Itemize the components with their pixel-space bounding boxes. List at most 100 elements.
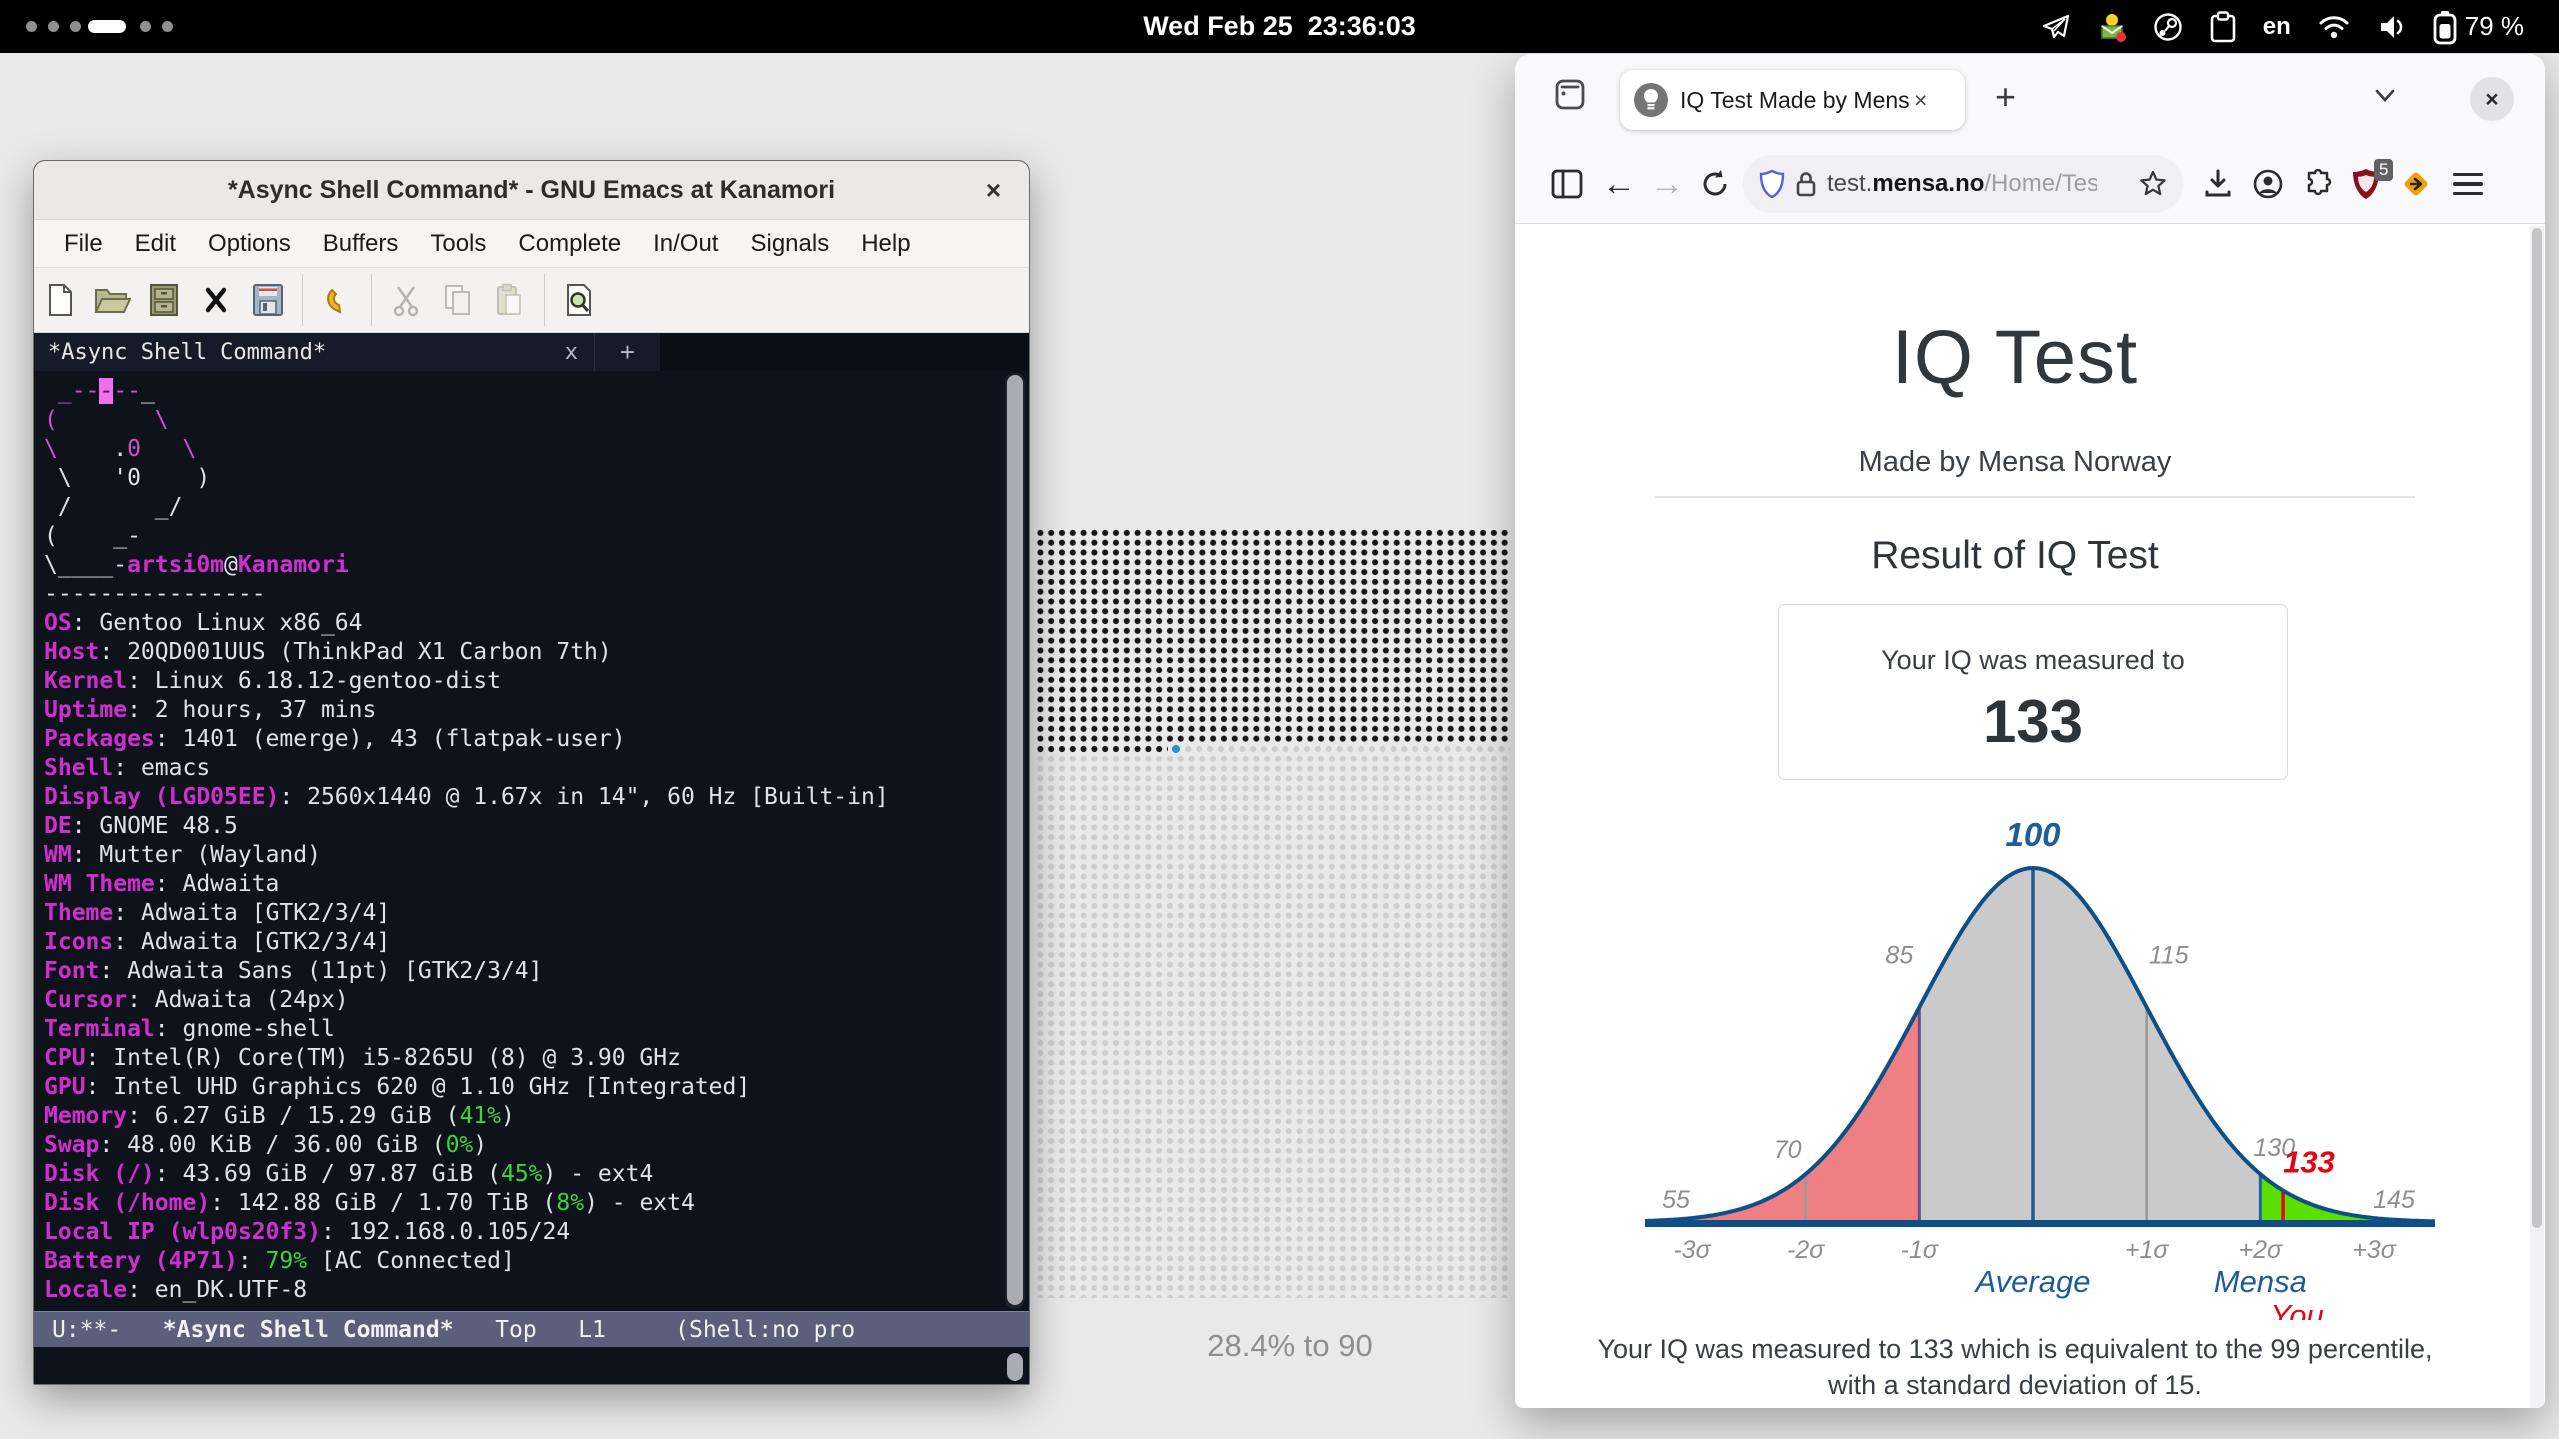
emacs-menu-file[interactable]: File [48,230,119,258]
buffer-line: DE: GNOME 48.5 [44,812,1002,841]
undo-icon[interactable] [311,274,363,326]
steam-icon[interactable] [2153,12,2183,42]
tracking-shield-icon[interactable] [1759,169,1785,199]
buffer-line: Icons: Adwaita [GTK2/3/4] [44,928,1002,957]
sidebar-icon[interactable] [1543,144,1591,224]
buffer-line: \____-artsi0m@Kanamori [44,551,1002,580]
firefox-window: IQ Test Made by Mensa × + × ← → [1515,54,2545,1408]
emacs-buffer-async-shell-output[interactable]: _-----_( \\ .0 \ \ '0 ) / _/( _-\____-ar… [34,371,1002,1311]
emacs-tab-close-icon[interactable]: x [565,340,578,365]
close-buffer-icon[interactable] [190,274,242,326]
buffer-line: Font: Adwaita Sans (11pt) [GTK2/3/4] [44,957,1002,986]
result-card-value: 133 [1779,687,2287,756]
reload-icon[interactable] [1691,144,1739,224]
buffer-line: Host: 20QD001UUS (ThinkPad X1 Carbon 7th… [44,638,1002,667]
save-icon[interactable] [242,274,294,326]
buffer-line: Display (LGD05EE): 2560x1440 @ 1.67x in … [44,783,1002,812]
progress-dot-current [1172,745,1180,753]
buffer-line: Disk (/): 43.69 GiB / 97.87 GiB (45%) - … [44,1160,1002,1189]
browser-tab-strip: IQ Test Made by Mensa × + × [1515,54,2545,144]
buffer-line: \ .0 \ [44,435,1002,464]
svg-text:100: 100 [2005,816,2061,853]
emacs-titlebar[interactable]: *Async Shell Command* - GNU Emacs at Kan… [34,161,1029,220]
emacs-menu-inout[interactable]: In/Out [637,230,734,258]
emacs-menu-complete[interactable]: Complete [502,230,637,258]
result-heading: Result of IQ Test [1515,534,2515,578]
url-bar[interactable]: test.mensa.no/Home/Tes [1743,155,2183,213]
page-subtitle: Made by Mensa Norway [1515,446,2515,479]
emacs-menu-edit[interactable]: Edit [119,230,192,258]
mail-icon[interactable] [2097,12,2127,42]
emacs-modeline: U:**- *Async Shell Command* Top L1 (Shel… [34,1311,1029,1347]
url-path: /Home/Tes [1984,170,2097,197]
menu-icon[interactable] [2443,144,2493,224]
svg-text:-1σ: -1σ [1901,1236,1939,1264]
emacs-window-title: *Async Shell Command* - GNU Emacs at Kan… [34,161,1029,220]
battery-icon[interactable]: 79 % [2433,9,2524,45]
account-icon[interactable] [2245,144,2291,224]
download-icon[interactable] [2195,144,2241,224]
buffer-line: / _/ [44,493,1002,522]
libredirect-icon[interactable] [2393,144,2439,224]
gnome-top-bar: Wed Feb 25 23:36:03 en [0,0,2559,53]
system-tray[interactable]: en 79 % [2028,0,2537,53]
buffer-line: Packages: 1401 (emerge), 43 (flatpak-use… [44,725,1002,754]
emacs-menu-buffers[interactable]: Buffers [307,230,415,258]
new-file-icon[interactable] [34,274,86,326]
emacs-scrollbar-thumb[interactable] [1007,375,1023,1305]
emacs-menu-signals[interactable]: Signals [734,230,845,258]
forward-icon[interactable]: → [1643,144,1691,224]
buffer-line: GPU: Intel UHD Graphics 620 @ 1.10 GHz [… [44,1073,1002,1102]
emacs-menu-tools[interactable]: Tools [414,230,502,258]
firefox-view-icon[interactable] [1545,54,1595,134]
bookmark-star-icon[interactable] [2139,170,2167,198]
progress-dots-remaining-partial [1183,744,1510,754]
volume-icon[interactable] [2377,12,2407,42]
isearch-icon[interactable] [553,274,605,326]
browser-tab-iq-test[interactable]: IQ Test Made by Mensa × [1620,70,1965,130]
page-scrollbar[interactable] [2530,226,2544,1408]
emacs-tab-async-shell[interactable]: *Async Shell Command* x [34,333,594,371]
paste-icon[interactable] [484,274,536,326]
emacs-menu-help[interactable]: Help [845,230,926,258]
emacs-close-button[interactable]: × [986,175,1001,206]
svg-text:+1σ: +1σ [2125,1236,2170,1264]
progress-dots-remaining [1035,754,1510,1298]
buffer-line: Terminal: gnome-shell [44,1015,1002,1044]
open-file-icon[interactable] [86,274,138,326]
emacs-menu-options[interactable]: Options [192,230,307,258]
tab-close-icon[interactable]: × [1914,87,1927,114]
dired-icon[interactable] [138,274,190,326]
lock-icon[interactable] [1795,170,1817,198]
wifi-icon[interactable] [2317,12,2351,42]
progress-dots-done-partial [1035,744,1168,754]
emacs-new-tab-button[interactable]: + [594,333,660,371]
tab-title: IQ Test Made by Mensa [1680,87,1910,114]
buffer-line: Local IP (wlp0s20f3): 192.168.0.105/24 [44,1218,1002,1247]
toolbar-separator [544,274,545,326]
page-scrollbar-thumb[interactable] [2532,228,2542,1228]
back-icon[interactable]: ← [1595,144,1643,224]
url-text[interactable]: test.mensa.no/Home/Tes [1827,170,2097,198]
cut-icon[interactable] [380,274,432,326]
emacs-scrollbar[interactable] [1005,373,1025,1309]
buffer-line: Memory: 6.27 GiB / 15.29 GiB (41%) [44,1102,1002,1131]
buffer-line: Kernel: Linux 6.18.12-gentoo-dist [44,667,1002,696]
ublock-badge: 5 [2374,159,2393,181]
keyboard-layout-indicator[interactable]: en [2263,13,2291,41]
ublock-icon[interactable]: 5 [2343,144,2389,224]
extensions-icon[interactable] [2295,144,2341,224]
mensa-favicon [1634,83,1668,117]
progress-dots-transition-row [1035,744,1510,754]
list-all-tabs-icon[interactable] [2370,80,2400,110]
new-tab-button[interactable]: + [1995,76,2016,118]
emacs-toolbar [34,268,1029,333]
clipboard-icon[interactable] [2209,11,2237,43]
window-close-button[interactable]: × [2470,77,2514,121]
buffer-line: Battery (4P71): 79% [AC Connected] [44,1247,1002,1276]
progress-dots-done [1035,528,1510,744]
telegram-icon[interactable] [2041,13,2071,41]
buffer-line: Shell: emacs [44,754,1002,783]
svg-text:-3σ: -3σ [1673,1236,1711,1264]
copy-icon[interactable] [432,274,484,326]
